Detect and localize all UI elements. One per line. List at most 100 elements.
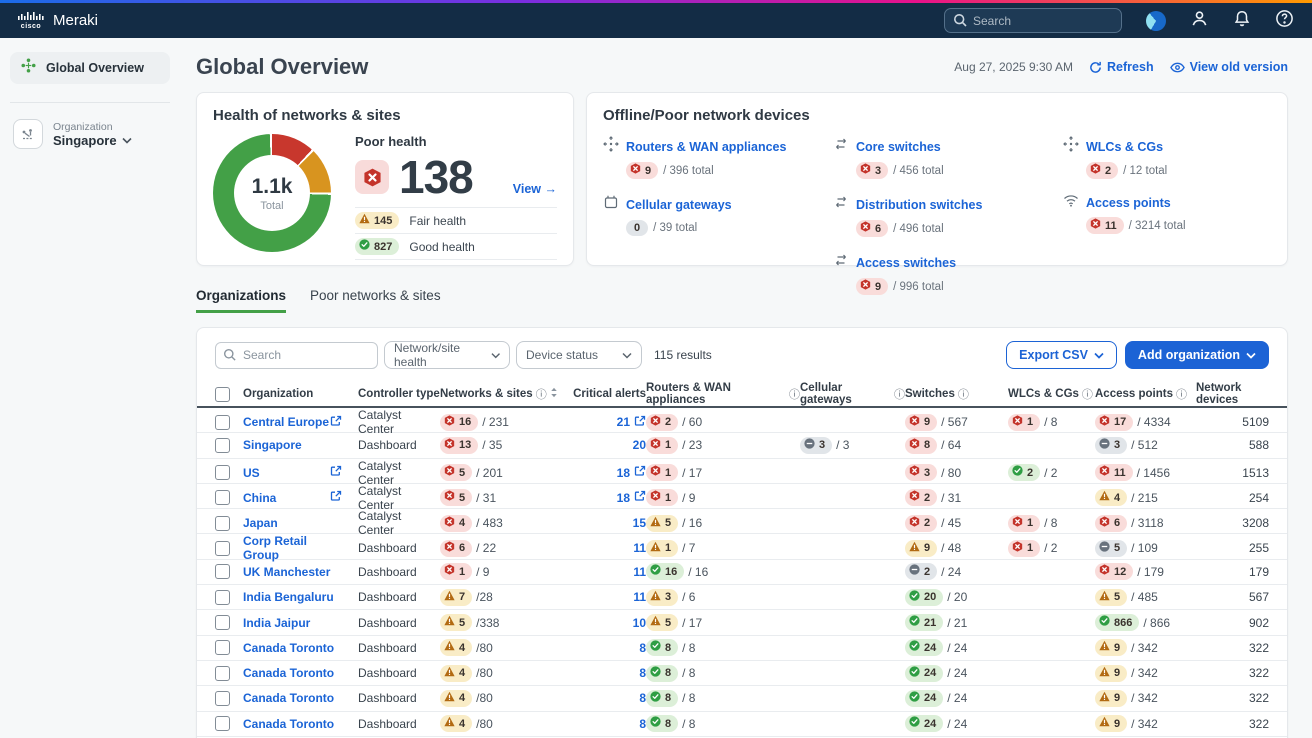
external-link-icon[interactable] xyxy=(634,415,646,430)
table-search[interactable] xyxy=(215,342,378,369)
row-checkbox[interactable] xyxy=(215,438,230,453)
organization-link[interactable]: Canada Toronto xyxy=(243,666,334,680)
brand: cisco Meraki xyxy=(18,12,98,30)
info-icon[interactable]: ⓘ xyxy=(894,386,905,402)
info-icon[interactable]: ⓘ xyxy=(1176,386,1187,402)
networks-sites-badge: 4 xyxy=(440,639,472,656)
row-checkbox[interactable] xyxy=(215,640,230,655)
critical-alerts-link[interactable]: 8 xyxy=(639,641,646,655)
access-points-total: / 866 xyxy=(1143,616,1170,630)
help-icon[interactable] xyxy=(1275,9,1294,33)
offline-device-link[interactable]: WLCs & CGs xyxy=(1086,140,1163,154)
column-header[interactable]: Network devices xyxy=(1196,382,1269,406)
critical-alerts-link[interactable]: 18 xyxy=(617,466,630,480)
critical-alerts-link[interactable]: 11 xyxy=(633,590,646,604)
critical-alerts-link[interactable]: 8 xyxy=(639,666,646,680)
table-search-input[interactable] xyxy=(215,342,378,369)
column-header[interactable]: Networks & sitesⓘ xyxy=(440,386,558,402)
global-search-input[interactable] xyxy=(973,14,1103,28)
critical-alerts-link[interactable]: 21 xyxy=(617,415,630,429)
critical-alerts-link[interactable]: 18 xyxy=(617,491,630,505)
info-icon[interactable]: ⓘ xyxy=(536,386,547,402)
row-checkbox[interactable] xyxy=(215,564,230,579)
column-header[interactable]: WLCs & CGsⓘ xyxy=(1008,386,1095,402)
organization-link[interactable]: Japan xyxy=(243,516,278,530)
row-checkbox[interactable] xyxy=(215,541,230,556)
row-checkbox[interactable] xyxy=(215,516,230,531)
wlcs-cgs-total: / 2 xyxy=(1044,466,1057,480)
external-link-icon[interactable] xyxy=(330,465,342,480)
critical-alerts-link[interactable]: 11 xyxy=(633,565,646,579)
info-icon[interactable]: ⓘ xyxy=(1082,386,1093,402)
external-link-icon[interactable] xyxy=(634,490,646,505)
routers-wan-badge: 1 xyxy=(646,464,678,481)
refresh-button[interactable]: Refresh xyxy=(1089,60,1154,74)
external-link-icon[interactable] xyxy=(634,465,646,480)
offline-device-link[interactable]: Cellular gateways xyxy=(626,198,732,212)
row-checkbox[interactable] xyxy=(215,716,230,731)
tab-poor-networks-sites[interactable]: Poor networks & sites xyxy=(310,288,441,313)
organization-link[interactable]: Canada Toronto xyxy=(243,691,334,705)
offline-device-count: 2 xyxy=(1105,164,1111,178)
critical-alerts-link[interactable]: 8 xyxy=(639,691,646,705)
organization-link[interactable]: Singapore xyxy=(243,438,302,452)
column-header[interactable]: Switchesⓘ xyxy=(905,386,1008,402)
organization-link[interactable]: UK Manchester xyxy=(243,565,330,579)
access-points-count: 866 xyxy=(1114,616,1132,630)
column-header[interactable]: Cellular gatewaysⓘ xyxy=(800,382,905,406)
offline-device-link[interactable]: Core switches xyxy=(856,140,941,154)
column-header[interactable]: Access pointsⓘ xyxy=(1095,386,1196,402)
organization-selector[interactable]: Organization Singapore xyxy=(13,119,170,149)
critical-alerts-link[interactable]: 11 xyxy=(633,541,646,555)
column-header[interactable]: Critical alerts xyxy=(558,388,646,400)
offline-device-link[interactable]: Distribution switches xyxy=(856,198,982,212)
row-checkbox[interactable] xyxy=(215,666,230,681)
external-link-icon[interactable] xyxy=(330,415,342,430)
organization-link[interactable]: India Jaipur xyxy=(243,616,310,630)
offline-device-link[interactable]: Routers & WAN appliances xyxy=(626,140,786,154)
organization-link[interactable]: Central Europe xyxy=(243,415,329,429)
network-site-health-filter[interactable]: Network/site health xyxy=(384,341,510,369)
critical-alerts-link[interactable]: 8 xyxy=(639,717,646,731)
view-poor-health-link[interactable]: View → xyxy=(513,182,557,196)
device-status-filter[interactable]: Device status xyxy=(516,341,642,369)
column-header[interactable]: Organization xyxy=(243,388,358,400)
critical-alerts-link[interactable]: 10 xyxy=(633,616,646,630)
offline-device-link[interactable]: Access switches xyxy=(856,256,956,270)
info-icon[interactable]: ⓘ xyxy=(958,386,969,402)
organization-link[interactable]: Canada Toronto xyxy=(243,641,334,655)
networks-sites-count: 5 xyxy=(459,491,465,505)
sidebar-item-global-overview[interactable]: Global Overview xyxy=(10,52,170,84)
notifications-icon[interactable] xyxy=(1233,9,1251,33)
row-checkbox[interactable] xyxy=(215,590,230,605)
offline-device-link[interactable]: Access points xyxy=(1086,196,1171,210)
critical-alerts-link[interactable]: 15 xyxy=(633,516,646,530)
organization-link[interactable]: India Bengaluru xyxy=(243,590,334,604)
row-checkbox[interactable] xyxy=(215,415,230,430)
row-checkbox[interactable] xyxy=(215,615,230,630)
row-checkbox[interactable] xyxy=(215,691,230,706)
global-search[interactable] xyxy=(944,8,1122,33)
info-icon[interactable]: ⓘ xyxy=(789,386,800,402)
organization-link[interactable]: Corp Retail Group xyxy=(243,534,342,562)
account-icon[interactable] xyxy=(1190,9,1209,33)
view-old-version-link[interactable]: View old version xyxy=(1170,60,1288,74)
column-header[interactable]: Controller type xyxy=(358,388,440,400)
export-csv-button[interactable]: Export CSV xyxy=(1006,341,1117,369)
assistant-icon[interactable] xyxy=(1146,11,1166,31)
tab-organizations[interactable]: Organizations xyxy=(196,288,286,313)
organization-link[interactable]: US xyxy=(243,466,260,480)
chevron-down-icon xyxy=(1094,352,1104,359)
add-organization-button[interactable]: Add organization xyxy=(1125,341,1269,369)
row-checkbox[interactable] xyxy=(215,465,230,480)
external-link-icon[interactable] xyxy=(330,490,342,505)
organization-link[interactable]: Canada Toronto xyxy=(243,717,334,731)
switch-icon xyxy=(833,194,849,215)
column-header[interactable]: Routers & WAN appliancesⓘ xyxy=(646,382,800,406)
organization-link[interactable]: China xyxy=(243,491,276,505)
critical-alerts-link[interactable]: 20 xyxy=(633,438,646,452)
table-row: India JaipurDashboard5/338105/ 1721/ 218… xyxy=(197,610,1287,635)
row-checkbox[interactable] xyxy=(215,490,230,505)
select-all-checkbox[interactable] xyxy=(215,387,230,402)
sort-icon[interactable] xyxy=(550,387,558,401)
